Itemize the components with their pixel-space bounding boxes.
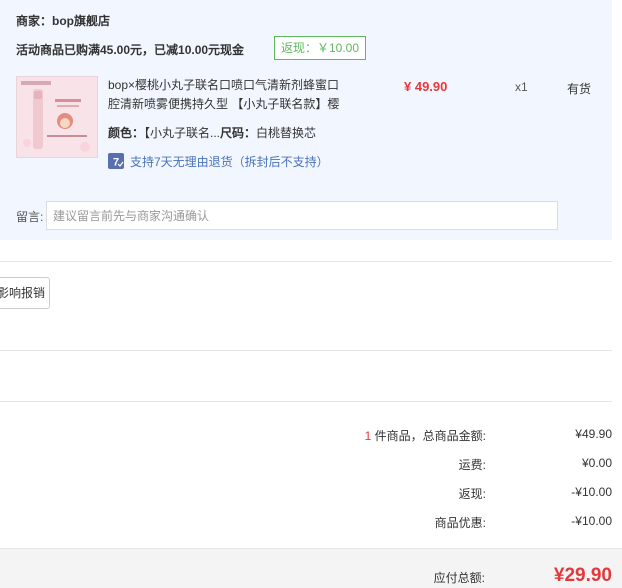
total-bar: 应付总额: ¥29.90: [0, 548, 622, 588]
message-label: 留言:: [16, 210, 44, 224]
message-input[interactable]: [46, 201, 558, 230]
summary-shipping-label: 运费:: [458, 458, 486, 472]
product-title[interactable]: bop×樱桃小丸子联名口喷口气清新剂蜂蜜口腔清新喷雾便携持久型 【小丸子联名款】…: [108, 76, 350, 114]
spec-color-value: 【小丸子联名...: [144, 126, 221, 140]
payable-total: ¥29.90: [553, 565, 612, 586]
return-policy: 7 支持7天无理由退货（拆封后不支持）: [108, 151, 329, 171]
product-image-icon: [17, 77, 97, 157]
divider: [0, 350, 612, 351]
spec-size-label: 尺码：: [220, 126, 257, 140]
product-quantity: x1: [515, 80, 528, 94]
shop-order-panel: 商家：bop旗舰店 活动商品已购满45.00元，已减10.00元现金 返现：￥1…: [0, 0, 612, 240]
summary-rebate-value: -¥10.00: [571, 485, 612, 499]
divider: [0, 261, 612, 262]
seven-day-return-icon: 7: [108, 153, 124, 169]
summary-rebate-row: 返现: -¥10.00: [300, 485, 612, 503]
summary-count-label: 件商品，总商品金额:: [371, 429, 486, 443]
stock-status: 有货: [567, 82, 592, 96]
product-spec: 颜色：【小丸子联名...尺码：白桃替换芯: [108, 124, 316, 141]
rebate-tag: 返现：￥10.00: [274, 36, 366, 60]
summary-shipping-value: ¥0.00: [581, 456, 612, 470]
summary-discount-label: 商品优惠:: [434, 516, 486, 530]
product-thumbnail[interactable]: [16, 76, 98, 158]
shop-name[interactable]: 商家：bop旗舰店: [16, 12, 110, 29]
summary-shipping-row: 运费: ¥0.00: [300, 456, 612, 474]
summary-rebate-label: 返现:: [458, 487, 486, 501]
promo-text: 活动商品已购满45.00元，已减10.00元现金: [16, 43, 245, 57]
summary-discount-value: -¥10.00: [571, 514, 612, 528]
summary-discount-row: 商品优惠: -¥10.00: [300, 514, 612, 532]
summary-goods-row: 1 件商品，总商品金额: ¥49.90: [300, 427, 612, 445]
return-icon-text: 7: [113, 157, 119, 169]
product-price: ¥ 49.90: [404, 79, 448, 94]
spec-size-value: 白桃替换芯: [256, 126, 317, 140]
invoice-button[interactable]: 影响报销: [0, 277, 50, 309]
summary-goods-total: ¥49.90: [575, 427, 612, 441]
spec-color-label: 颜色：: [108, 126, 145, 140]
payable-label: 应付总额:: [433, 571, 485, 585]
return-policy-text: 支持7天无理由退货（拆封后不支持）: [130, 154, 329, 169]
divider: [0, 401, 612, 402]
summary-goods-label: 1 件商品，总商品金额:: [365, 427, 486, 444]
